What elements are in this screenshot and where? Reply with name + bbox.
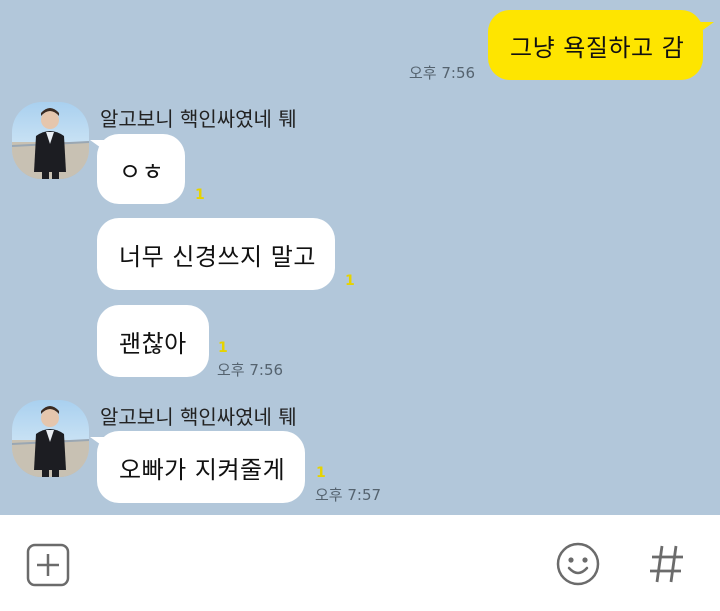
- incoming-message-bubble[interactable]: 너무 신경쓰지 말고: [97, 218, 335, 290]
- incoming-message-bubble[interactable]: ㅇㅎ: [97, 134, 185, 204]
- unread-count: 1: [316, 465, 326, 481]
- unread-count: 1: [218, 340, 228, 356]
- chat-area[interactable]: 그냥 욕질하고 감 오후 7:56 알고보니 핵인싸였네 퉤 ㅇㅎ 1 너무 신…: [0, 0, 720, 515]
- avatar[interactable]: [12, 102, 89, 179]
- message-text: 괜찮아: [119, 329, 187, 358]
- message-text: 너무 신경쓰지 말고: [119, 242, 316, 271]
- profile-photo: [12, 108, 89, 179]
- input-toolbar: [0, 515, 720, 611]
- message-text: 그냥 욕질하고 감: [510, 33, 685, 62]
- sender-name: 알고보니 핵인싸였네 퉤: [100, 405, 297, 429]
- avatar[interactable]: [12, 400, 89, 477]
- hash-icon[interactable]: [648, 543, 686, 585]
- incoming-message-bubble[interactable]: 오빠가 지켜줄게: [97, 431, 305, 503]
- plus-box-icon[interactable]: [26, 543, 70, 587]
- smiley-icon[interactable]: [555, 541, 601, 587]
- unread-count: 1: [195, 187, 205, 203]
- message-time: 오후 7:56: [217, 361, 284, 379]
- profile-photo: [12, 406, 89, 477]
- outgoing-message-bubble[interactable]: 그냥 욕질하고 감: [488, 10, 703, 80]
- message-time: 오후 7:56: [409, 64, 476, 82]
- sender-name: 알고보니 핵인싸였네 퉤: [100, 107, 297, 131]
- bubble-tail: [700, 22, 714, 32]
- unread-count: 1: [345, 273, 355, 289]
- message-text: 오빠가 지켜줄게: [119, 455, 286, 484]
- message-text: ㅇㅎ: [119, 157, 165, 186]
- message-time: 오후 7:57: [315, 486, 382, 504]
- incoming-message-bubble[interactable]: 괜찮아: [97, 305, 209, 377]
